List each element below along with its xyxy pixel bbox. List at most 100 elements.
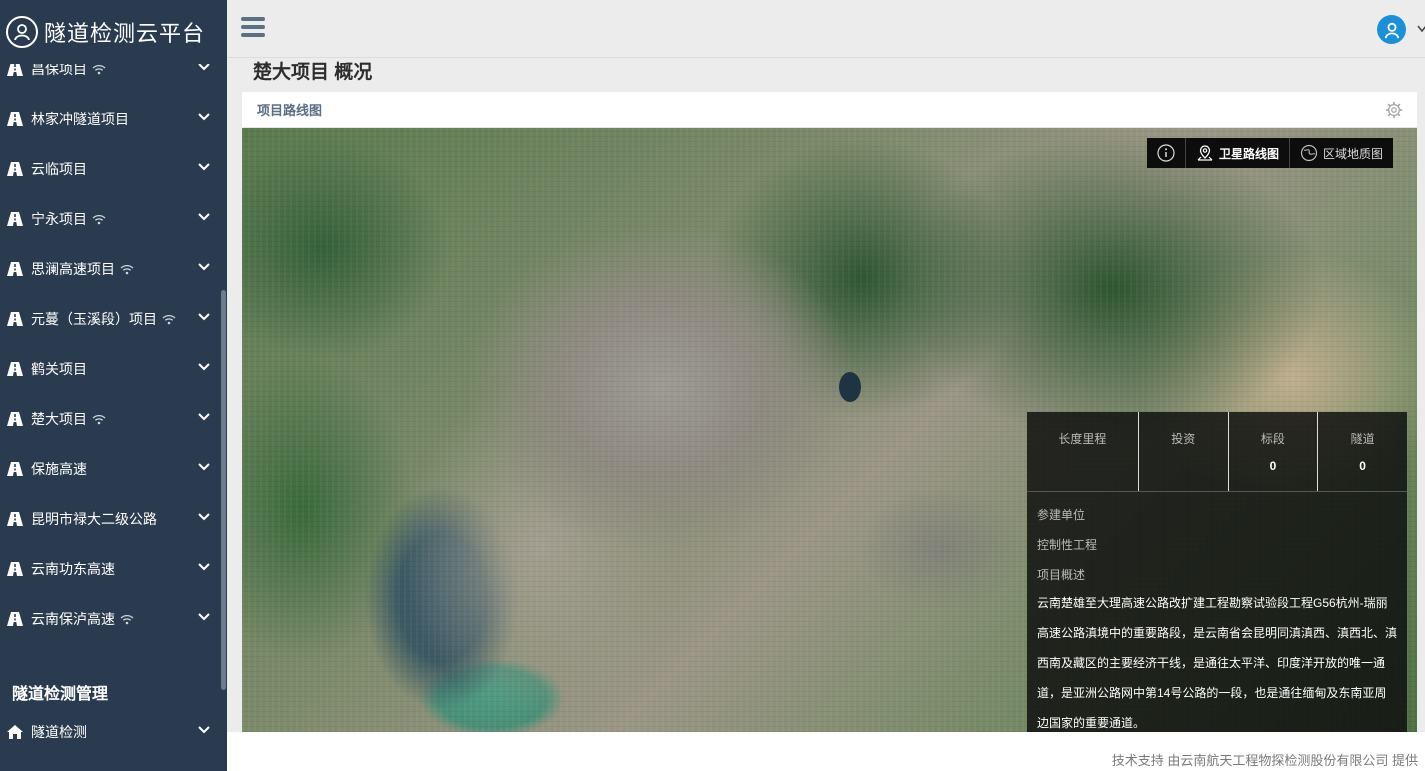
brand: 隧道检测云平台 <box>0 0 227 64</box>
menu-toggle-button[interactable] <box>241 17 265 39</box>
info-icon <box>1157 144 1175 162</box>
gear-icon[interactable] <box>1385 101 1403 119</box>
wifi-icon <box>92 64 106 74</box>
sidebar-item-label: 宁永项目 <box>31 211 87 227</box>
region-geology-tab[interactable]: 区域地质图 <box>1290 138 1393 168</box>
region-geology-label: 区域地质图 <box>1323 146 1384 161</box>
panel-title: 项目路线图 <box>257 103 323 118</box>
chevron-down-icon <box>198 263 210 271</box>
sidebar-item-project[interactable]: 宁永项目 <box>0 194 222 244</box>
road-icon <box>7 112 23 126</box>
page-title: 楚大项目 概况 <box>253 62 373 83</box>
section-title-tunnel-management: 隧道检测管理 <box>12 686 109 703</box>
chevron-down-icon <box>198 563 210 571</box>
chevron-down-icon <box>198 363 210 371</box>
sidebar-item-project[interactable]: 云南保泸高速 <box>0 594 222 644</box>
sidebar-item-project[interactable]: 保施高速 <box>0 444 222 494</box>
globe-icon <box>1300 144 1318 162</box>
stat-value: 0 <box>1269 459 1277 473</box>
chevron-down-icon <box>198 313 210 321</box>
wifi-icon <box>120 264 134 274</box>
header <box>227 0 1425 58</box>
map-toolbar: 卫星路线图 区域地质图 <box>1147 138 1394 168</box>
road-icon <box>7 412 23 426</box>
chevron-down-icon <box>198 63 210 71</box>
user-avatar[interactable] <box>1377 15 1406 44</box>
sidebar-item-label: 思澜高速项目 <box>31 261 115 277</box>
stat-label: 投资 <box>1171 432 1196 446</box>
road-icon <box>7 562 23 576</box>
sidebar-item-project[interactable]: 楚大项目 <box>0 394 222 444</box>
footer: 技术支持 由云南航天工程物探检测股份有限公司 提供 <box>227 732 1425 771</box>
sidebar-item-label: 云临项目 <box>31 161 87 177</box>
sidebar-item-tunnel-detect[interactable]: 隧道检测 <box>0 707 222 757</box>
stat-label: 标段 <box>1260 432 1285 446</box>
map-lake <box>839 372 861 402</box>
road-icon <box>7 612 23 626</box>
sidebar-item-project[interactable]: 林家冲隧道项目 <box>0 94 222 144</box>
sidebar-item-label: 保施高速 <box>31 461 87 477</box>
user-icon <box>1384 22 1399 38</box>
chevron-down-icon <box>198 613 210 621</box>
sidebar-item-label: 云南保泸高速 <box>31 611 115 627</box>
sidebar: 昌保项目 林家冲隧道项目 云临项目 宁永项目 思澜高速项目 元蔓（玉溪段）项目 鹤关项目 楚大… <box>0 0 227 771</box>
stat-value <box>1139 459 1228 473</box>
wifi-icon <box>162 314 176 324</box>
sidebar-item-label: 鹤关项目 <box>31 361 87 377</box>
chevron-down-icon <box>198 413 210 421</box>
road-icon <box>7 512 23 526</box>
footer-text: 技术支持 由云南航天工程物探检测股份有限公司 提供 <box>1111 753 1418 768</box>
satellite-route-tab[interactable]: 卫星路线图 <box>1186 138 1291 168</box>
project-description: 云南楚雄至大理高速公路改扩建工程勘察试验段工程G56杭州-瑞丽高速公路滇境中的重… <box>1037 596 1398 730</box>
participating-units-label: 参建单位 <box>1037 508 1086 522</box>
stat-tunnels: 隧道 0 <box>1317 412 1407 491</box>
project-info-overlay: 长度里程 投资 标段 0 隧道 0 参建单位 控制性工程 项目概述 云南楚雄至大… <box>1027 412 1407 732</box>
chevron-down-icon <box>198 213 210 221</box>
road-icon <box>7 462 23 476</box>
road-icon <box>7 262 23 276</box>
satellite-route-label: 卫星路线图 <box>1219 146 1280 161</box>
map-pin-icon <box>1197 145 1213 161</box>
sidebar-item-project[interactable]: 昆明市禄大二级公路 <box>0 494 222 544</box>
chevron-down-icon[interactable] <box>1417 25 1425 33</box>
info-button[interactable] <box>1147 138 1186 168</box>
stat-value <box>1027 459 1138 473</box>
panel-header: 项目路线图 <box>242 92 1417 128</box>
chevron-down-icon <box>198 463 210 471</box>
stat-label: 长度里程 <box>1058 432 1107 446</box>
satellite-map[interactable]: 卫星路线图 区域地质图 长度里程 投资 标段 0 隧道 0 参建单位 控制性工程… <box>242 128 1417 732</box>
sidebar-scrollbar[interactable] <box>221 290 226 690</box>
road-icon <box>7 162 23 176</box>
wifi-icon <box>120 614 134 624</box>
sidebar-item-project[interactable]: 云南功东高速 <box>0 544 222 594</box>
stats-row: 长度里程 投资 标段 0 隧道 0 <box>1027 412 1407 492</box>
control-engineering-label: 控制性工程 <box>1037 538 1098 552</box>
sidebar-item-project[interactable]: 鹤关项目 <box>0 344 222 394</box>
sidebar-item-label: 隧道检测 <box>31 724 87 740</box>
stat-sections: 标段 0 <box>1227 412 1318 491</box>
sidebar-item-project[interactable]: 思澜高速项目 <box>0 244 222 294</box>
sidebar-item-project[interactable]: 云临项目 <box>0 144 222 194</box>
user-circle-logo-icon <box>6 16 38 48</box>
sidebar-item-label: 林家冲隧道项目 <box>31 111 129 127</box>
sidebar-nav: 昌保项目 林家冲隧道项目 云临项目 宁永项目 思澜高速项目 元蔓（玉溪段）项目 鹤关项目 楚大… <box>0 44 222 644</box>
home-icon <box>7 725 23 739</box>
chevron-down-icon <box>198 726 210 734</box>
sidebar-item-label: 楚大项目 <box>31 411 87 427</box>
sidebar-item-project[interactable]: 元蔓（玉溪段）项目 <box>0 294 222 344</box>
project-overview-label: 项目概述 <box>1037 568 1086 582</box>
road-icon <box>7 362 23 376</box>
road-icon <box>7 212 23 226</box>
sidebar-item-label: 云南功东高速 <box>31 561 115 577</box>
sidebar-item-label: 元蔓（玉溪段）项目 <box>31 311 157 327</box>
chevron-down-icon <box>198 513 210 521</box>
sidebar-nav-detect: 隧道检测 <box>0 707 222 757</box>
brand-title: 隧道检测云平台 <box>44 21 206 46</box>
chevron-down-icon <box>198 163 210 171</box>
chevron-down-icon <box>198 113 210 121</box>
sidebar-item-label: 昆明市禄大二级公路 <box>31 511 157 527</box>
stat-label: 隧道 <box>1350 432 1375 446</box>
wifi-icon <box>92 414 106 424</box>
route-panel: 项目路线图 卫星路线图 区域地质图 长度里程 投资 标段 0 隧道 0 参建单位… <box>242 92 1417 732</box>
wifi-icon <box>92 214 106 224</box>
